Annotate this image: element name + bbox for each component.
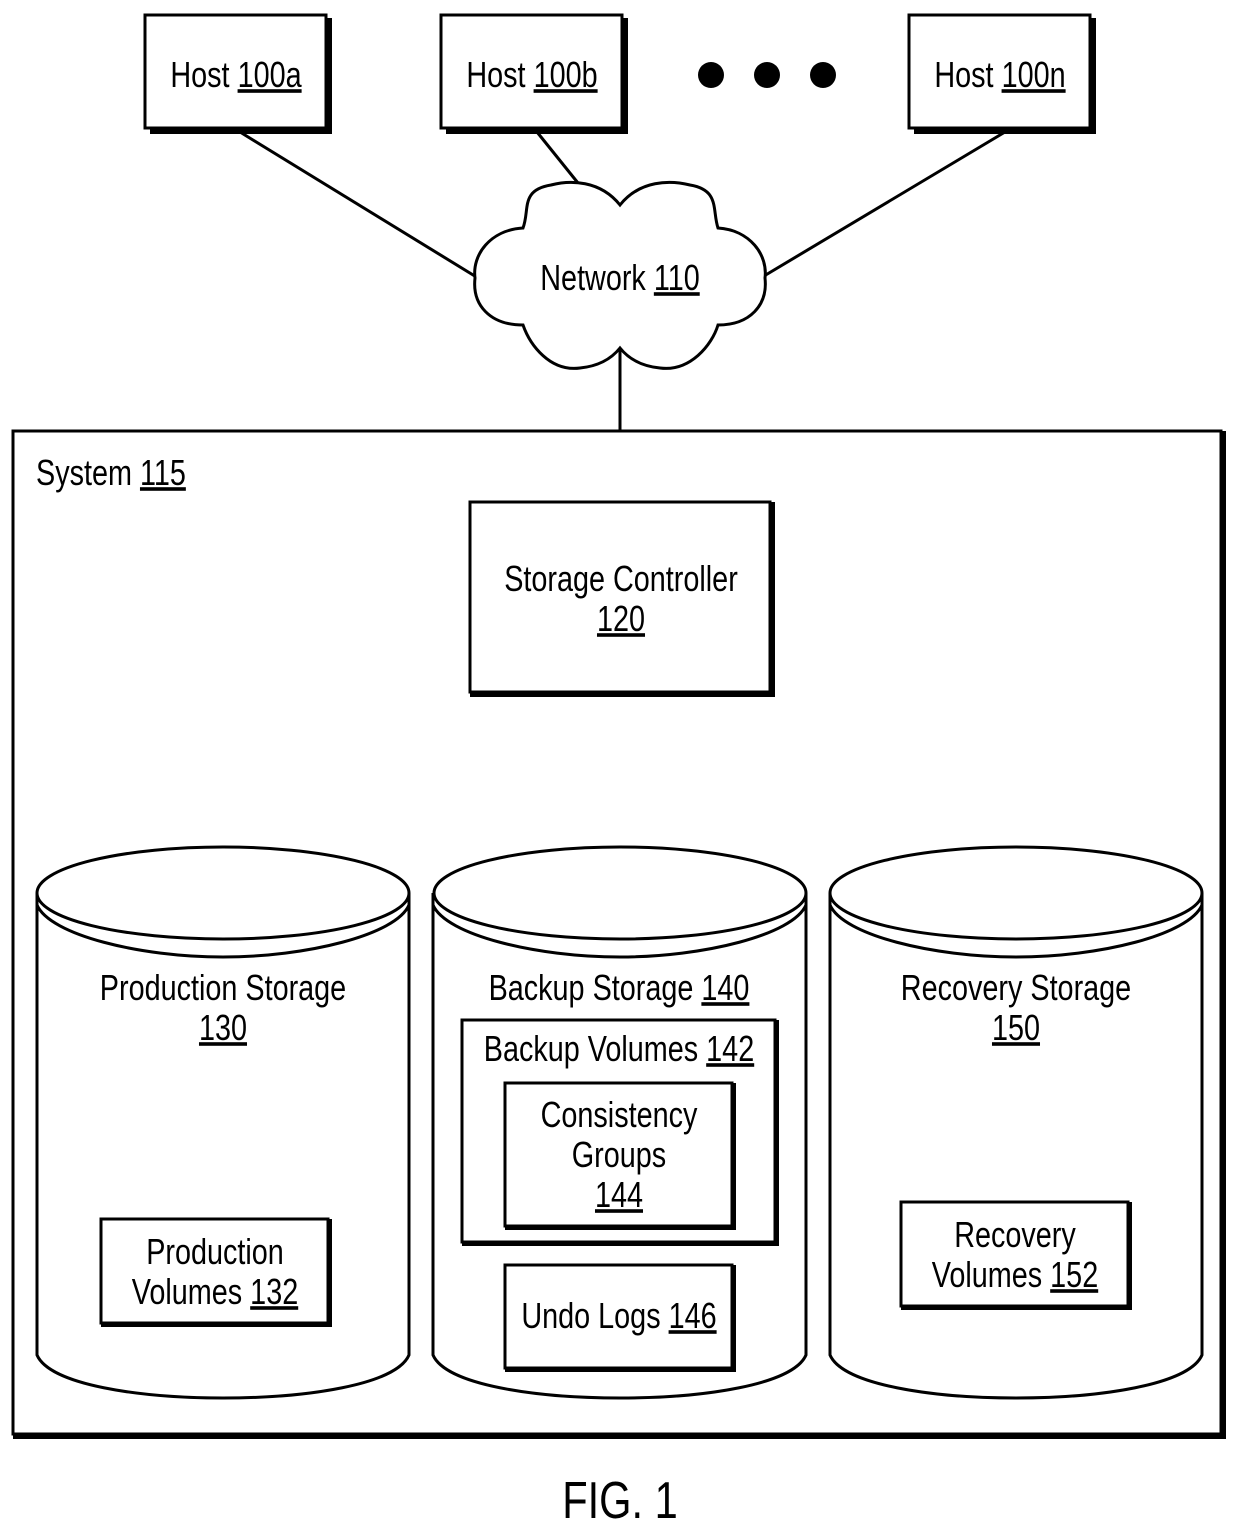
link-host-100a-network	[239, 130, 479, 280]
figure-caption: FIG. 1	[562, 1471, 678, 1530]
storage-controller-box[interactable]: Storage Controller 120	[468, 500, 775, 697]
host-box-100n[interactable]: Host 100n	[907, 13, 1096, 134]
backup-volumes-label: Backup Volumes 142	[484, 1028, 754, 1069]
dot	[754, 62, 780, 88]
backup-storage-cylinder[interactable]: Backup Storage 140 Backup Volumes 142 Co…	[431, 845, 808, 1400]
host-label: Host 100n	[934, 54, 1065, 95]
dot	[810, 62, 836, 88]
system-label: System 115	[36, 452, 186, 493]
host-box-100a[interactable]: Host 100a	[143, 13, 332, 134]
consistency-groups-box[interactable]: Consistency Groups 144	[503, 1081, 736, 1230]
block-diagram: Host 100a Host 100b Host 100n Network 11…	[11, 13, 1226, 1530]
host-label: Host 100b	[466, 54, 597, 95]
host-box-100b[interactable]: Host 100b	[439, 13, 628, 134]
consistency-ref: 144	[595, 1174, 643, 1215]
recovery-volumes-box[interactable]: Recovery Volumes 152	[899, 1200, 1132, 1310]
consistency-label-line2: Groups	[572, 1134, 666, 1175]
storage-label: Recovery Storage	[901, 967, 1131, 1008]
production-volumes-box[interactable]: Production Volumes 132	[99, 1217, 332, 1327]
storage-label: Production Storage	[100, 967, 346, 1008]
undo-logs-box[interactable]: Undo Logs 146	[503, 1263, 736, 1372]
volumes-label-line2: Volumes 152	[932, 1254, 1098, 1295]
volumes-label-line1: Recovery	[954, 1214, 1076, 1255]
link-host-100n-network	[763, 130, 1006, 278]
controller-ref: 120	[597, 598, 645, 639]
network-cloud[interactable]: Network 110	[473, 180, 767, 370]
controller-label: Storage Controller	[504, 558, 738, 599]
storage-ref: 130	[199, 1007, 247, 1048]
volumes-label-line2: Volumes 132	[132, 1271, 298, 1312]
production-storage-cylinder[interactable]: Production Storage 130 Production Volume…	[35, 845, 411, 1400]
link-host-100b-network	[535, 131, 580, 184]
storage-ref: 150	[992, 1007, 1040, 1048]
consistency-label-line1: Consistency	[541, 1094, 698, 1135]
host-label: Host 100a	[170, 54, 302, 95]
network-label: Network 110	[540, 257, 699, 298]
undo-logs-label: Undo Logs 146	[521, 1295, 716, 1336]
volumes-label-line1: Production	[146, 1231, 284, 1272]
ellipsis-dots	[698, 62, 836, 88]
recovery-storage-cylinder[interactable]: Recovery Storage 150 Recovery Volumes 15…	[828, 845, 1204, 1400]
storage-label: Backup Storage 140	[489, 967, 750, 1008]
dot	[698, 62, 724, 88]
backup-volumes-box[interactable]: Backup Volumes 142 Consistency Groups 14…	[460, 1018, 779, 1246]
